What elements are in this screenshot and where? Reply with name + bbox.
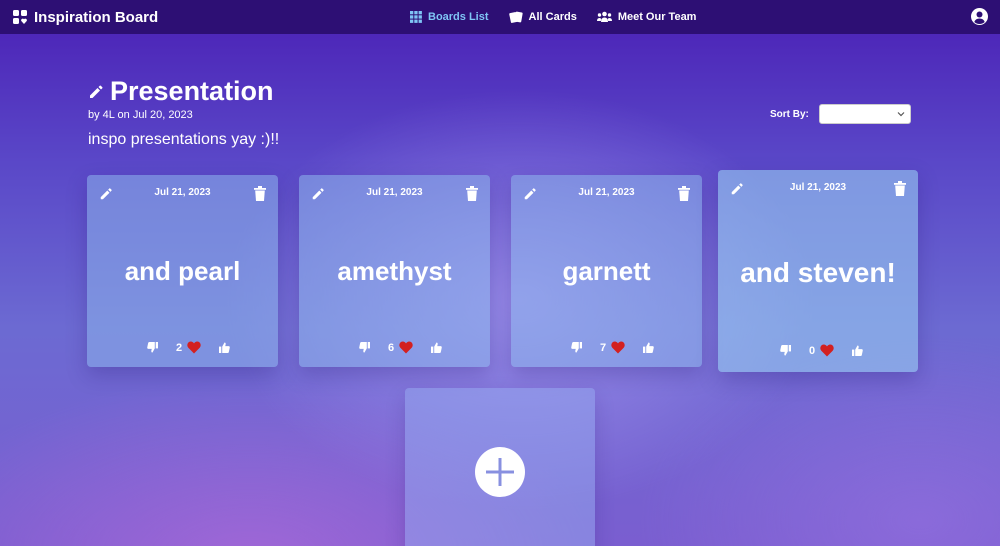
heart-icon[interactable] bbox=[187, 341, 201, 354]
card-footer: 7 bbox=[571, 341, 654, 354]
card-footer: 6 bbox=[359, 341, 442, 354]
trash-icon[interactable] bbox=[466, 186, 478, 201]
sort-select[interactable] bbox=[818, 104, 911, 124]
likes: 0 bbox=[809, 344, 834, 357]
user-account-icon[interactable] bbox=[971, 8, 988, 25]
board-logo-icon bbox=[13, 10, 27, 24]
team-icon bbox=[596, 11, 612, 22]
likes-count: 7 bbox=[600, 341, 607, 354]
app-title: Inspiration Board bbox=[34, 8, 159, 26]
likes-count: 6 bbox=[388, 341, 395, 354]
card-message: and pearl bbox=[124, 255, 241, 286]
sort-control: Sort By: bbox=[770, 104, 911, 124]
nav-all-cards[interactable]: All Cards bbox=[508, 11, 577, 24]
thumbs-down-icon[interactable] bbox=[780, 345, 791, 356]
board-title: Presentation bbox=[110, 76, 274, 106]
nav-boards-list-label: Boards List bbox=[428, 11, 489, 23]
add-card-button[interactable] bbox=[405, 388, 595, 546]
card: Jul 21, 2023 and steven! 0 bbox=[718, 170, 918, 372]
cards-icon bbox=[508, 11, 523, 23]
likes: 6 bbox=[388, 341, 413, 354]
card-date: Jul 21, 2023 bbox=[578, 187, 635, 198]
nav-boards-list[interactable]: Boards List bbox=[410, 11, 489, 23]
board-meta: by 4L on Jul 20, 2023 bbox=[88, 109, 193, 121]
thumbs-down-icon[interactable] bbox=[147, 342, 158, 353]
heart-icon[interactable] bbox=[399, 341, 413, 354]
nav-meet-our-team-label: Meet Our Team bbox=[617, 11, 697, 23]
nav-links: Boards List All Cards Meet Our Team bbox=[410, 0, 696, 34]
card-footer: 2 bbox=[147, 341, 230, 354]
chevron-down-icon bbox=[897, 112, 905, 117]
board-header: Presentation by 4L on Jul 20, 2023 bbox=[88, 76, 274, 121]
thumbs-up-icon[interactable] bbox=[852, 345, 863, 356]
thumbs-up-icon[interactable] bbox=[431, 342, 442, 353]
thumbs-down-icon[interactable] bbox=[359, 342, 370, 353]
card-date: Jul 21, 2023 bbox=[154, 187, 211, 198]
card-footer: 0 bbox=[780, 344, 863, 357]
card: Jul 21, 2023 amethyst 6 bbox=[299, 175, 490, 367]
thumbs-down-icon[interactable] bbox=[571, 342, 582, 353]
card-message: garnett bbox=[562, 255, 651, 286]
trash-icon[interactable] bbox=[678, 186, 690, 201]
card-message: amethyst bbox=[337, 255, 452, 286]
likes-count: 2 bbox=[176, 341, 183, 354]
plus-icon bbox=[475, 447, 525, 497]
card: Jul 21, 2023 and pearl 2 bbox=[87, 175, 278, 367]
card-date: Jul 21, 2023 bbox=[366, 187, 423, 198]
nav-all-cards-label: All Cards bbox=[528, 11, 577, 23]
likes: 2 bbox=[176, 341, 201, 354]
edit-board-icon[interactable] bbox=[88, 84, 104, 100]
card-message: and steven! bbox=[740, 256, 896, 288]
top-navbar: Inspiration Board Boards List All Cards bbox=[0, 0, 1000, 34]
nav-meet-our-team[interactable]: Meet Our Team bbox=[596, 11, 697, 23]
heart-icon[interactable] bbox=[611, 341, 625, 354]
likes-count: 0 bbox=[809, 344, 816, 357]
card-date: Jul 21, 2023 bbox=[789, 182, 847, 193]
thumbs-up-icon[interactable] bbox=[219, 342, 230, 353]
trash-icon[interactable] bbox=[254, 186, 266, 201]
sort-label: Sort By: bbox=[770, 108, 809, 120]
trash-icon[interactable] bbox=[894, 181, 906, 196]
likes: 7 bbox=[600, 341, 625, 354]
card: Jul 21, 2023 garnett 7 bbox=[511, 175, 702, 367]
thumbs-up-icon[interactable] bbox=[643, 342, 654, 353]
grid-icon bbox=[410, 11, 422, 23]
brand[interactable]: Inspiration Board bbox=[12, 0, 158, 34]
board-description: inspo presentations yay :)!! bbox=[88, 131, 280, 148]
heart-icon[interactable] bbox=[820, 344, 834, 357]
